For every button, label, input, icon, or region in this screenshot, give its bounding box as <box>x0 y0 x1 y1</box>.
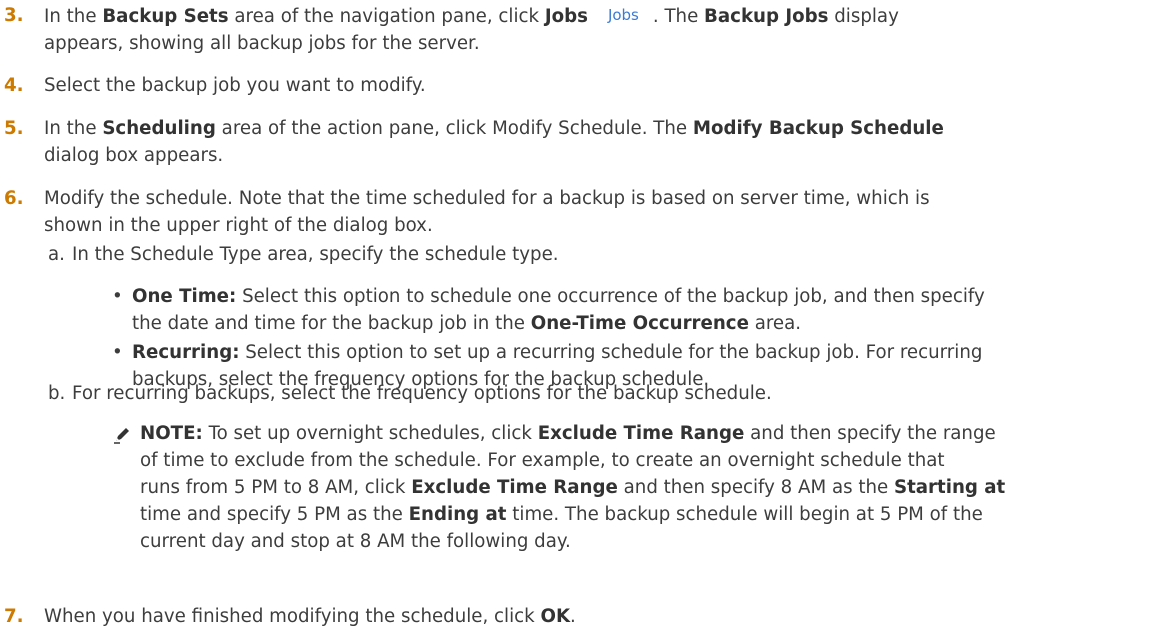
step-number: 7. <box>4 606 24 627</box>
step-text: Select the backup job you want to modify… <box>44 75 426 96</box>
document-page: 3. In the Backup Sets area of the naviga… <box>0 0 1159 639</box>
pencil-icon <box>114 428 129 444</box>
substep-label: b. <box>48 383 66 404</box>
substep-text: In the Schedule Type area, specify the s… <box>72 244 559 265</box>
step-text: In the Backup Sets area of the navigatio… <box>44 2 1149 57</box>
step-text: In the Scheduling area of the action pan… <box>44 118 944 166</box>
ui-term: Modify Backup Schedule <box>692 118 944 139</box>
step-number: 6. <box>4 188 24 209</box>
substep-text: For recurring backups, select the freque… <box>72 383 772 404</box>
bullet-text: One Time: Select this option to schedule… <box>132 286 985 334</box>
ui-term: Scheduling <box>102 118 216 139</box>
step-text: Modify the schedule. Note that the time … <box>44 188 930 236</box>
jobs-icon: Jobs <box>607 6 639 24</box>
bullet-dot: • <box>112 342 123 363</box>
bullet-dot: • <box>112 286 123 307</box>
ui-term: Jobs <box>544 6 588 27</box>
ui-term: OK <box>540 606 571 627</box>
substep-label: a. <box>48 244 65 265</box>
ui-term: Backup Jobs <box>704 6 829 27</box>
step-number: 5. <box>4 118 24 139</box>
step-text: When you have finished modifying the sch… <box>44 606 576 627</box>
note-text: NOTE: To set up overnight schedules, cli… <box>140 423 1006 552</box>
step-number: 4. <box>4 75 24 96</box>
step-number: 3. <box>4 5 24 26</box>
ui-term: Backup Sets <box>102 6 229 27</box>
